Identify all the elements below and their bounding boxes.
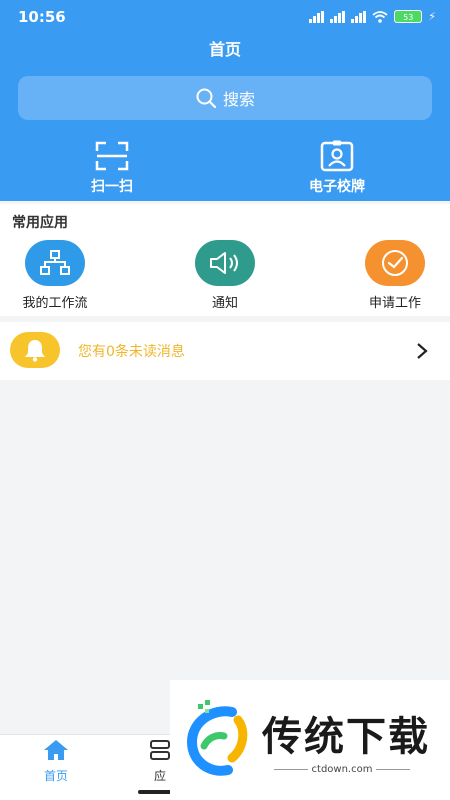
chevron-right-icon [417, 343, 428, 359]
status-icons: 53 ⚡ [309, 10, 436, 23]
app-apply-work-label: 申请工作 [368, 296, 421, 311]
check-icon [365, 240, 425, 286]
e-badge-label: 电子校牌 [309, 179, 365, 195]
app-workflow-label: 我的工作流 [22, 296, 88, 311]
watermark-url: ctdown.com [262, 764, 422, 775]
badge-icon [320, 140, 354, 172]
scan-label: 扫一扫 [91, 179, 133, 195]
unread-notice[interactable]: 您有0条未读消息 [0, 322, 450, 380]
workflow-icon [25, 240, 85, 286]
bell-icon [10, 332, 60, 368]
speaker-icon [195, 240, 255, 286]
home-icon [44, 740, 68, 760]
search-icon [196, 88, 217, 109]
signal-icon [330, 10, 346, 23]
apps-icon [150, 740, 170, 760]
battery-icon: 53 [394, 10, 423, 23]
header: 10:56 53 ⚡ 首页 搜索 扫一扫 电子校牌 [0, 0, 450, 201]
notice-text: 您有0条未读消息 [78, 344, 185, 360]
section-title: 常用应用 [12, 215, 68, 231]
common-apps-section: 常用应用 我的工作流 通知 申请工作 [0, 204, 450, 316]
wifi-icon [372, 10, 388, 23]
search-bar[interactable]: 搜索 [18, 76, 432, 120]
page-title: 首页 [208, 40, 241, 59]
e-badge-button[interactable]: 电子校牌 [277, 140, 397, 196]
search-label: 搜索 [222, 90, 255, 109]
signal-icon [351, 10, 367, 23]
status-time: 10:56 [18, 8, 66, 26]
watermark: 传统下载 ctdown.com [170, 680, 450, 800]
watermark-name: 传统下载 [262, 714, 430, 760]
app-workflow[interactable]: 我的工作流 [0, 240, 110, 311]
status-bar: 10:56 53 ⚡ [0, 0, 450, 34]
app-notification-label: 通知 [211, 296, 238, 311]
home-indicator [138, 790, 172, 794]
tab-home-label: 首页 [43, 769, 68, 783]
app-apply-work[interactable]: 申请工作 [340, 240, 450, 311]
app-notification[interactable]: 通知 [170, 240, 280, 311]
scan-icon [95, 141, 129, 171]
signal-icon [309, 10, 325, 23]
tab-home[interactable]: 首页 [26, 739, 86, 784]
scan-button[interactable]: 扫一扫 [52, 140, 172, 196]
ctdown-logo-icon [186, 700, 248, 776]
charging-icon: ⚡ [428, 10, 436, 23]
